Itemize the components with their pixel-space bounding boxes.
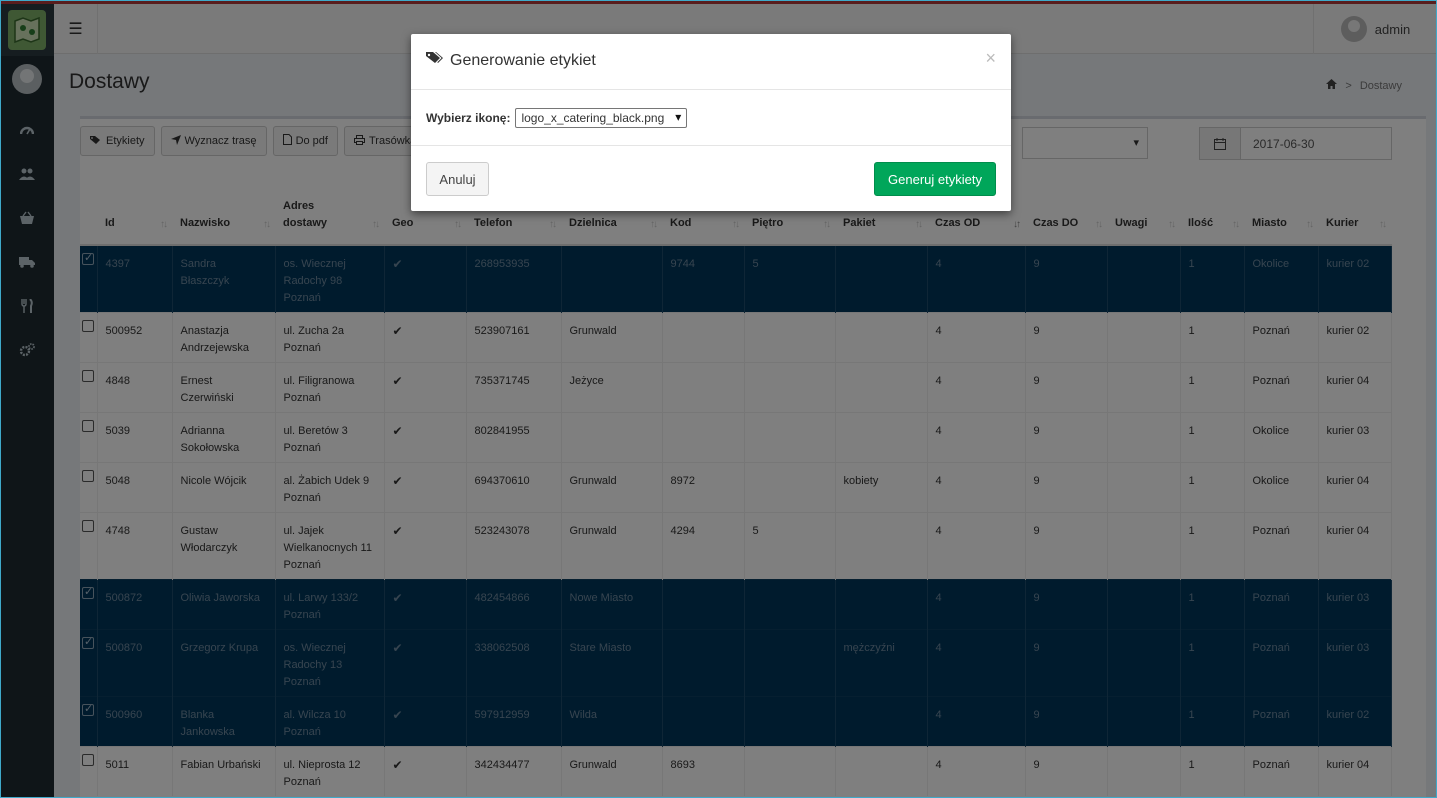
modal-title: Generowanie etykiet [426, 51, 596, 70]
icon-select-label: Wybierz ikonę: [426, 110, 511, 125]
icon-select[interactable]: logo_x_catering_black.png [515, 107, 688, 128]
generate-labels-button[interactable]: Generuj etykiety [874, 162, 996, 196]
close-icon[interactable]: × [985, 48, 996, 69]
modal-footer: Anuluj Generuj etykiety [411, 146, 1011, 210]
cancel-button[interactable]: Anuluj [426, 162, 489, 196]
modal-body: Wybierz ikonę: logo_x_catering_black.png [411, 90, 1011, 146]
label-generation-modal: Generowanie etykiet × Wybierz ikonę: log… [411, 34, 1011, 211]
modal-header: Generowanie etykiet × [411, 34, 1011, 90]
tags-icon [426, 51, 444, 70]
